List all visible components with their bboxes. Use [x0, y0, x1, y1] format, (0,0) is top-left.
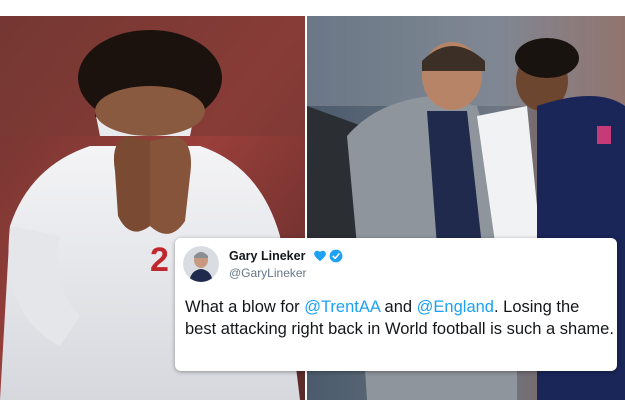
mention-link-england[interactable]: @England [417, 298, 494, 316]
tweet-card: Gary Lineker @GaryLineker What a blow fo… [175, 238, 617, 371]
verified-badge-icon [329, 249, 343, 263]
tweet-text-part: What a blow for [185, 298, 305, 316]
tweet-text: What a blow for @TrentAA and @England. L… [185, 296, 615, 340]
display-name[interactable]: Gary Lineker [229, 249, 305, 263]
svg-text:2: 2 [150, 241, 169, 279]
avatar[interactable] [183, 246, 219, 282]
tweet-text-part: and [379, 298, 417, 316]
mention-link-trentaa[interactable]: @TrentAA [304, 298, 380, 316]
user-handle[interactable]: @GaryLineker [229, 266, 307, 280]
heart-icon [313, 249, 327, 263]
name-icons [313, 249, 343, 263]
